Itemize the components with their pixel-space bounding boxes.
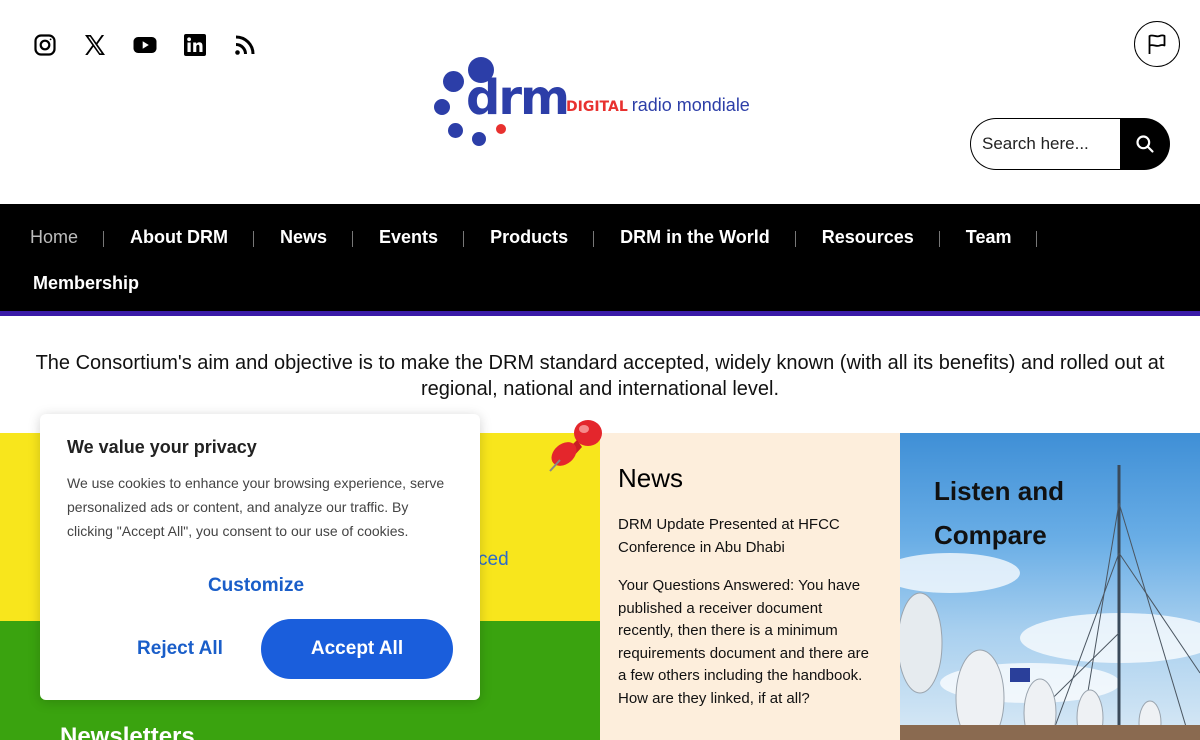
- nav-row: Membership: [0, 260, 165, 306]
- page: drm DIGITALradio mondiale Home About DRM…: [0, 0, 1200, 740]
- consortium-tagline: The Consortium's aim and objective is to…: [35, 352, 1165, 400]
- nav-item-team[interactable]: Team: [940, 227, 1038, 248]
- search-input[interactable]: [970, 118, 1120, 170]
- customize-button[interactable]: Customize: [40, 575, 472, 597]
- nav-item-products[interactable]: Products: [464, 227, 595, 248]
- listen-and-compare-title: Listen and Compare: [934, 476, 1065, 550]
- reject-all-button[interactable]: Reject All: [100, 619, 260, 679]
- cookie-consent-dialog: We value your privacy We use cookies to …: [40, 414, 480, 700]
- x-twitter-icon[interactable]: [83, 33, 107, 57]
- yellow-tile-link[interactable]: ced: [478, 549, 509, 571]
- news-item[interactable]: Your Questions Answered: You have publis…: [618, 575, 880, 710]
- social-links: [33, 33, 257, 57]
- main-nav: Home About DRM News Events Products DRM …: [0, 204, 1200, 316]
- nav-item-news[interactable]: News: [254, 227, 354, 248]
- language-button[interactable]: [1134, 21, 1180, 67]
- nav-item-home[interactable]: Home: [0, 227, 105, 248]
- news-title: News: [618, 463, 684, 493]
- nav-item-about-drm[interactable]: About DRM: [104, 227, 254, 248]
- cookie-dialog-body: We use cookies to enhance your browsing …: [67, 475, 445, 539]
- logo-radio-mondiale: radio mondiale: [631, 95, 750, 115]
- nav-item-drm-in-the-world[interactable]: DRM in the World: [594, 227, 796, 248]
- logo-wordmark: drm: [466, 70, 570, 126]
- logo-digital: DIGITAL: [566, 99, 628, 115]
- cookie-dialog-title: We value your privacy: [67, 437, 257, 457]
- rss-icon[interactable]: [233, 33, 257, 57]
- logo-tagline: DIGITAL radio mondiale: [566, 95, 750, 116]
- youtube-icon[interactable]: [133, 33, 157, 57]
- linkedin-icon[interactable]: [183, 33, 207, 57]
- pushpin-icon: [549, 420, 602, 472]
- nav-item-events[interactable]: Events: [353, 227, 465, 248]
- accept-all-button[interactable]: Accept All: [261, 619, 453, 679]
- nav-item-membership[interactable]: Membership: [0, 273, 165, 294]
- newsletters-title: Newsletters: [60, 723, 195, 740]
- search-button[interactable]: [1120, 118, 1170, 170]
- listen-and-compare-tile[interactable]: Listen and Compare: [900, 433, 1200, 740]
- nav-row: Home About DRM News Events Products DRM …: [0, 214, 1038, 260]
- nav-item-resources[interactable]: Resources: [796, 227, 940, 248]
- news-item[interactable]: DRM Update Presented at HFCC Conference …: [618, 514, 880, 559]
- news-tile: News DRM Update Presented at HFCC Confer…: [600, 433, 900, 740]
- instagram-icon[interactable]: [33, 33, 57, 57]
- search-icon: [1136, 135, 1154, 153]
- search-form: [970, 118, 1170, 170]
- drm-logo[interactable]: drm DIGITAL radio mondiale: [430, 55, 770, 151]
- flag-icon: [1148, 34, 1166, 54]
